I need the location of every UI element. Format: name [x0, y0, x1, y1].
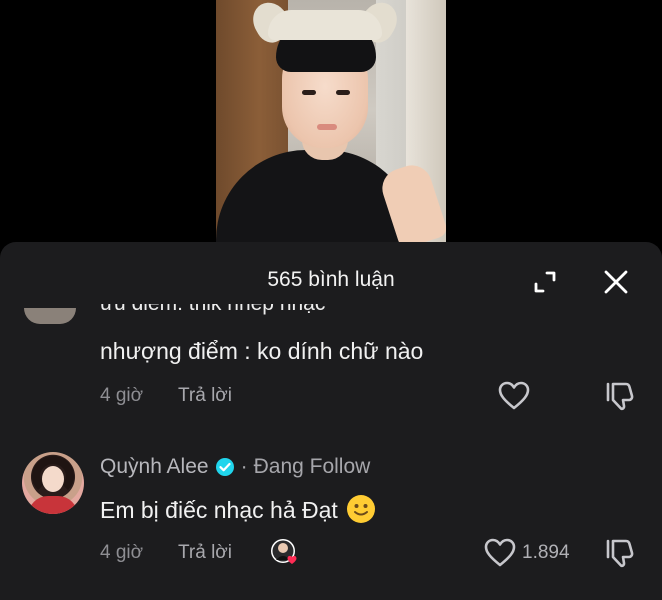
comment-time: 4 giờ [100, 542, 144, 563]
verified-badge-icon [215, 458, 234, 476]
dislike-button[interactable] [602, 378, 638, 414]
reply-button[interactable]: Trả lời [178, 542, 232, 564]
dislike-button[interactable] [602, 535, 638, 571]
heart-outline-icon [484, 538, 516, 567]
separator-dot: · [240, 455, 248, 478]
comment-author-line: Quỳnh Alee · Đang Follow [100, 455, 370, 479]
comment-time: 4 giờ [100, 385, 144, 406]
avatar[interactable] [22, 452, 84, 514]
heart-outline-icon [498, 381, 530, 410]
comment-text: nhượng điểm : ko dính chữ nào [100, 338, 424, 364]
comments-sheet: 565 bình luận ưu điểm: thik nhép nhạc nh… [0, 242, 662, 600]
thumbs-down-icon [606, 382, 634, 411]
like-button[interactable] [482, 535, 518, 571]
close-button[interactable] [596, 262, 636, 302]
tiktok-comments-screen: 565 bình luận ưu điểm: thik nhép nhạc nh… [0, 0, 662, 600]
close-icon [604, 270, 628, 294]
comment-text-content: Em bị điếc nhạc hả Đạt [100, 497, 338, 523]
expand-button[interactable] [525, 262, 565, 302]
follow-status: Đang Follow [253, 455, 371, 478]
slightly-smiling-face-icon [346, 495, 375, 523]
avatar[interactable] [24, 308, 76, 324]
creator-liked-icon [271, 539, 297, 564]
video-thumbnail[interactable] [216, 0, 446, 245]
comment-text-partial: ưu điểm: thik nhép nhạc [100, 304, 325, 326]
reply-button[interactable]: Trả lời [178, 385, 232, 407]
expand-icon [534, 271, 556, 293]
thumbs-down-icon [606, 539, 634, 568]
comment-text: Em bị điếc nhạc hả Đạt [100, 494, 376, 524]
like-button[interactable] [496, 378, 532, 414]
comment-author-name[interactable]: Quỳnh Alee [100, 455, 209, 479]
like-count: 1.894 [522, 542, 570, 563]
